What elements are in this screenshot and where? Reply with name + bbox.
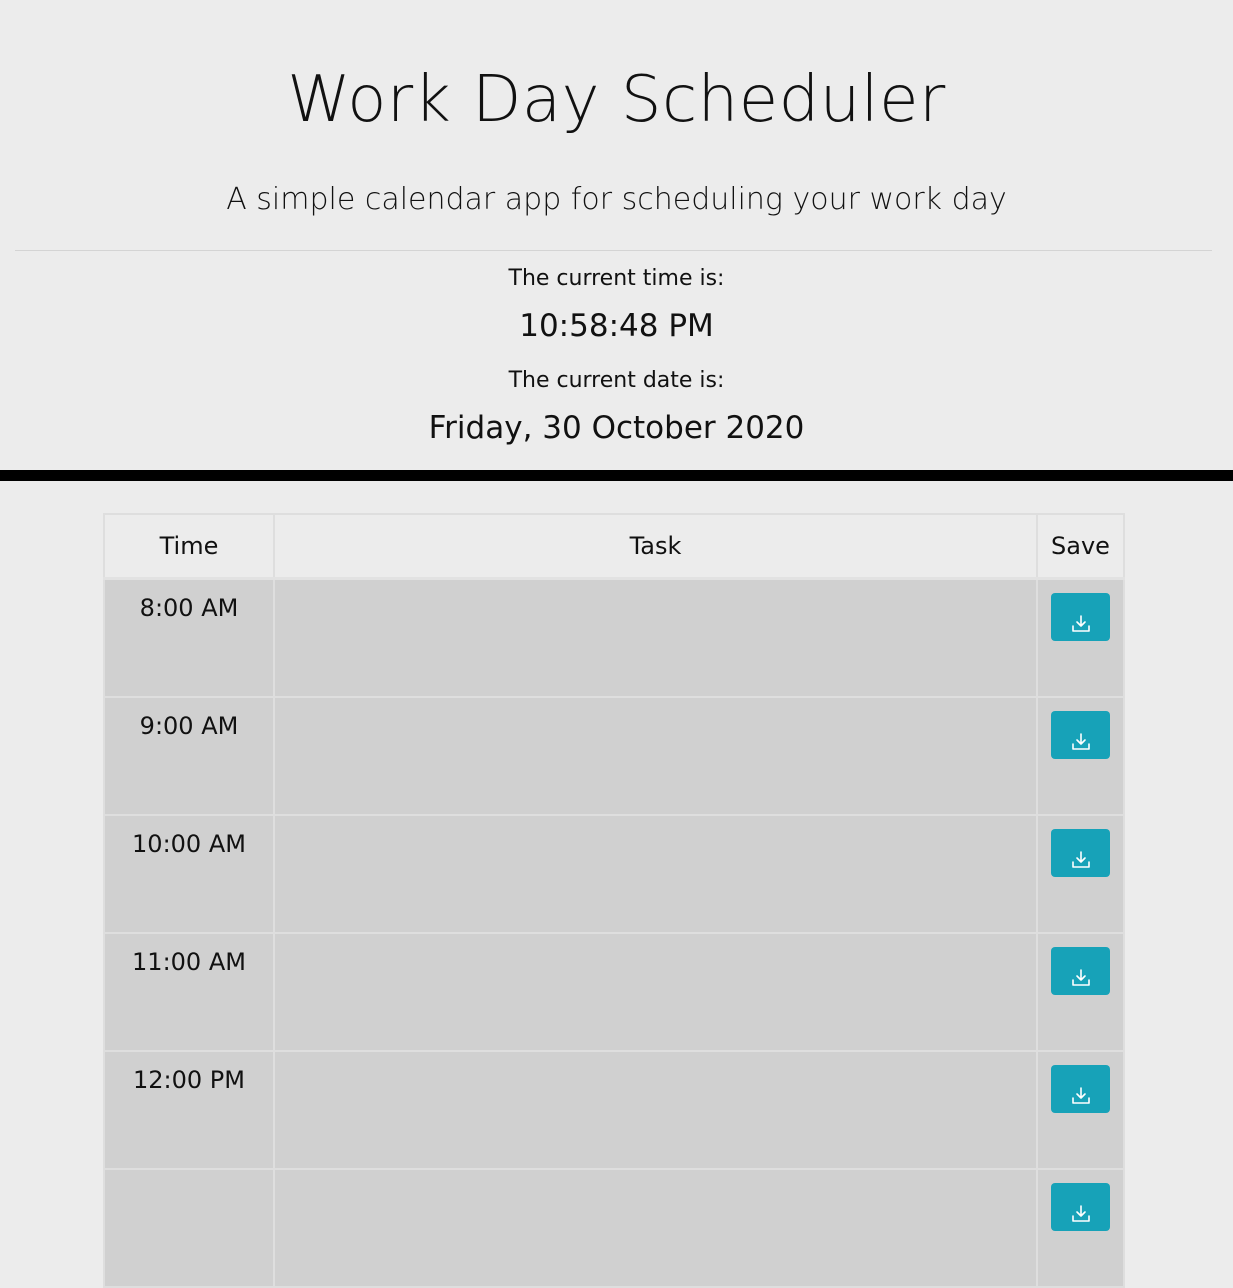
time-block-row: 11:00 AM <box>103 932 1125 1052</box>
save-cell <box>1036 932 1125 1052</box>
task-input[interactable] <box>275 1052 1036 1168</box>
time-block-row <box>103 1168 1125 1288</box>
save-button[interactable] <box>1051 593 1110 641</box>
save-button[interactable] <box>1051 711 1110 759</box>
hour-label: 8:00 AM <box>103 577 275 698</box>
task-input[interactable] <box>275 934 1036 1050</box>
task-cell <box>273 1050 1038 1170</box>
current-date-value: Friday, 30 October 2020 <box>428 410 805 446</box>
task-cell <box>273 577 1038 698</box>
time-block-row: 10:00 AM <box>103 814 1125 934</box>
header-divider <box>15 250 1212 251</box>
hour-label: 11:00 AM <box>103 932 275 1052</box>
save-download-icon <box>1071 615 1090 632</box>
column-header-task: Task <box>273 513 1038 580</box>
column-header-time: Time <box>103 513 275 580</box>
time-block-row: 12:00 PM <box>103 1050 1125 1170</box>
page-title: Work Day Scheduler <box>287 63 946 137</box>
hour-label: 10:00 AM <box>103 814 275 934</box>
task-cell <box>273 932 1038 1052</box>
section-divider <box>0 470 1233 481</box>
page-subtitle: A simple calendar app for scheduling you… <box>226 182 1007 217</box>
task-cell <box>273 1168 1038 1288</box>
save-cell <box>1036 1168 1125 1288</box>
task-cell <box>273 814 1038 934</box>
save-button[interactable] <box>1051 1065 1110 1113</box>
hour-label: 9:00 AM <box>103 696 275 816</box>
save-cell <box>1036 814 1125 934</box>
current-time-label: The current time is: <box>508 266 725 291</box>
hour-label <box>103 1168 275 1288</box>
current-date-label: The current date is: <box>508 368 725 393</box>
time-block-row: 9:00 AM <box>103 696 1125 816</box>
task-cell <box>273 696 1038 816</box>
save-download-icon <box>1071 851 1090 868</box>
column-header-save: Save <box>1036 513 1125 580</box>
task-input[interactable] <box>275 816 1036 932</box>
table-header-row: Time Task Save <box>103 513 1125 580</box>
time-block-row: 8:00 AM <box>103 577 1125 698</box>
save-cell <box>1036 577 1125 698</box>
save-cell <box>1036 696 1125 816</box>
save-button[interactable] <box>1051 947 1110 995</box>
schedule-table: Time Task Save 8:00 AM 9:00 AM 10:00 AM … <box>103 513 1125 1288</box>
save-download-icon <box>1071 969 1090 986</box>
current-time-value: 10:58:48 PM <box>519 308 714 344</box>
task-input[interactable] <box>275 698 1036 814</box>
save-download-icon <box>1071 733 1090 750</box>
hour-label: 12:00 PM <box>103 1050 275 1170</box>
save-download-icon <box>1071 1205 1090 1222</box>
task-input[interactable] <box>275 1170 1036 1286</box>
save-button[interactable] <box>1051 1183 1110 1231</box>
save-download-icon <box>1071 1087 1090 1104</box>
save-button[interactable] <box>1051 829 1110 877</box>
header: Work Day Scheduler A simple calendar app… <box>0 0 1233 470</box>
task-input[interactable] <box>275 580 1036 696</box>
save-cell <box>1036 1050 1125 1170</box>
schedule-table-container: Time Task Save 8:00 AM 9:00 AM 10:00 AM … <box>103 513 1125 1288</box>
